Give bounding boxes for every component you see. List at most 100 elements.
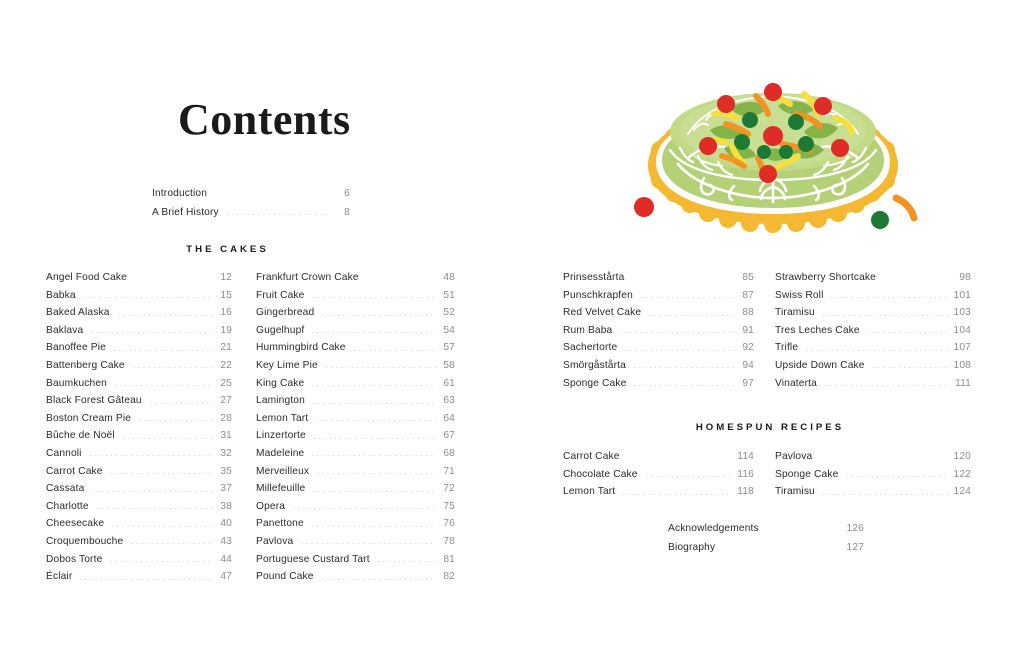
homespun-column-1: Carrot Cake 114 Chocolate Cake 116 Lemon Tar… [563, 451, 754, 504]
toc-entry[interactable]: Charlotte 38 [46, 501, 232, 519]
toc-entry-label: Bûche de Noël [46, 430, 115, 442]
toc-entry[interactable]: Rum Baba 91 [563, 325, 754, 343]
toc-entry[interactable]: Cassata 37 [46, 483, 232, 501]
toc-entry[interactable]: Merveilleux 71 [256, 466, 455, 484]
toc-entry[interactable]: Tres Leches Cake 104 [775, 325, 971, 343]
toc-entry[interactable]: Baumkuchen 25 [46, 378, 232, 396]
dot-leader [310, 296, 436, 298]
cakes-column-2: Frankfurt Crown Cake 48 Fruit Cake 51 Ginger… [256, 272, 455, 589]
toc-entry-page-number: 76 [443, 518, 455, 530]
toc-entry-label: Punschkrapfen [563, 289, 633, 301]
toc-entry[interactable]: Éclair 47 [46, 571, 232, 589]
toc-entry[interactable]: Acknowledgements 126 [668, 523, 864, 542]
toc-entry[interactable]: Black Forest Gâteau 27 [46, 395, 232, 413]
toc-entry[interactable]: Sachertorte 92 [563, 342, 754, 360]
toc-entry[interactable]: Frankfurt Crown Cake 48 [256, 272, 455, 290]
dot-leader [870, 366, 949, 368]
toc-entry-page-number: 44 [220, 553, 232, 565]
toc-entry[interactable]: Lemon Tart 118 [563, 486, 754, 504]
toc-entry[interactable]: Lamington 63 [256, 395, 455, 413]
decorated-cake-illustration [618, 52, 928, 237]
toc-entry-label: Hummingbird Cake [256, 342, 346, 354]
toc-entry[interactable]: Pavlova 120 [775, 451, 971, 469]
toc-entry[interactable]: Tiramisu 103 [775, 307, 971, 325]
toc-entry-label: Smörgåstårta [563, 359, 626, 371]
toc-entry-label: Tiramisu [775, 307, 815, 319]
toc-entry-label: Rum Baba [563, 324, 613, 336]
dot-leader [94, 507, 213, 509]
toc-entry[interactable]: Upside Down Cake 108 [775, 360, 971, 378]
dot-leader [90, 490, 213, 492]
toc-entry[interactable]: Portuguese Custard Tart 81 [256, 554, 455, 572]
toc-entry[interactable]: Trifle 107 [775, 342, 971, 360]
toc-entry[interactable]: Angel Food Cake 12 [46, 272, 232, 290]
toc-entry[interactable]: Tiramisu 124 [775, 486, 971, 504]
toc-entry[interactable]: Prinsesstårta 85 [563, 272, 754, 290]
toc-entry[interactable]: Millefeuille 72 [256, 483, 455, 501]
toc-entry[interactable]: Carrot Cake 114 [563, 451, 754, 469]
toc-entry[interactable]: A Brief History 8 [152, 207, 350, 226]
toc-entry-label: Opera [256, 500, 286, 512]
toc-entry[interactable]: Banoffee Pie 21 [46, 342, 232, 360]
toc-entry[interactable]: Vinaterta 111 [775, 378, 971, 396]
dot-leader [130, 366, 213, 368]
toc-entry[interactable]: Croquembouche 43 [46, 536, 232, 554]
toc-entry[interactable]: Pound Cake 82 [256, 571, 455, 589]
toc-entry-page-number: 32 [220, 447, 232, 459]
toc-entry[interactable]: Swiss Roll 101 [775, 290, 971, 308]
toc-entry[interactable]: Cannoli 32 [46, 448, 232, 466]
dot-leader [351, 349, 436, 351]
toc-entry[interactable]: Carrot Cake 35 [46, 466, 232, 484]
toc-entry[interactable]: Gingerbread 52 [256, 307, 455, 325]
toc-entry[interactable]: Strawberry Shortcake 98 [775, 272, 971, 290]
toc-entry[interactable]: Fruit Cake 51 [256, 290, 455, 308]
toc-entry-page-number: 71 [443, 465, 455, 477]
toc-entry-page-number: 6 [344, 188, 350, 199]
toc-entry-page-number: 103 [953, 307, 971, 319]
toc-entry[interactable]: Battenberg Cake 22 [46, 360, 232, 378]
toc-entry[interactable]: Linzertorte 67 [256, 430, 455, 448]
toc-entry-label: Prinsesstårta [563, 272, 625, 283]
toc-entry[interactable]: Madeleine 68 [256, 448, 455, 466]
dot-leader [829, 296, 949, 298]
dot-leader [299, 542, 436, 544]
toc-entry[interactable]: Baked Alaska 16 [46, 307, 232, 325]
toc-entry-label: Cassata [46, 483, 85, 495]
toc-entry[interactable]: King Cake 61 [256, 378, 455, 396]
toc-entry[interactable]: Pavlova 78 [256, 536, 455, 554]
toc-entry-label: Lemon Tart [563, 486, 616, 498]
toc-entry[interactable]: Lemon Tart 64 [256, 413, 455, 431]
toc-entry[interactable]: Punschkrapfen 87 [563, 290, 754, 308]
toc-entry[interactable]: Smörgåstårta 94 [563, 360, 754, 378]
dot-leader [844, 475, 949, 477]
toc-entry[interactable]: Key Lime Pie 58 [256, 360, 455, 378]
toc-entry[interactable]: Cheesecake 40 [46, 518, 232, 536]
toc-entry[interactable]: Opera 75 [256, 501, 455, 519]
toc-entry-page-number: 78 [443, 535, 455, 547]
toc-entry[interactable]: Bûche de Noël 31 [46, 430, 232, 448]
toc-entry[interactable]: Dobos Torte 44 [46, 554, 232, 572]
toc-entry-page-number: 126 [846, 523, 864, 534]
toc-entry[interactable]: Sponge Cake 122 [775, 469, 971, 487]
toc-entry[interactable]: Babka 15 [46, 290, 232, 308]
toc-entry-page-number: 47 [220, 571, 232, 583]
toc-entry-page-number: 51 [443, 289, 455, 301]
toc-entry[interactable]: Gugelhupf 54 [256, 325, 455, 343]
cakes-column-3: Prinsesstårta 85 Punschkrapfen 87 Red Velvet… [563, 272, 754, 395]
dot-leader [865, 331, 949, 333]
toc-entry[interactable]: Boston Cream Pie 28 [46, 413, 232, 431]
toc-entry[interactable]: Biography 127 [668, 542, 864, 561]
toc-entry-label: Pavlova [775, 451, 813, 462]
toc-entry[interactable]: Sponge Cake 97 [563, 378, 754, 396]
toc-entry-page-number: 114 [737, 451, 754, 462]
toc-entry[interactable]: Chocolate Cake 116 [563, 469, 754, 487]
toc-entry[interactable]: Introduction 6 [152, 188, 350, 207]
toc-entry[interactable]: Panettone 76 [256, 518, 455, 536]
toc-entry-page-number: 35 [220, 465, 232, 477]
toc-entry-page-number: 58 [443, 359, 455, 371]
toc-entry[interactable]: Baklava 19 [46, 325, 232, 343]
dot-leader [310, 384, 436, 386]
toc-entry[interactable]: Hummingbird Cake 57 [256, 342, 455, 360]
toc-entry[interactable]: Red Velvet Cake 88 [563, 307, 754, 325]
toc-entry-label: Trifle [775, 342, 799, 354]
